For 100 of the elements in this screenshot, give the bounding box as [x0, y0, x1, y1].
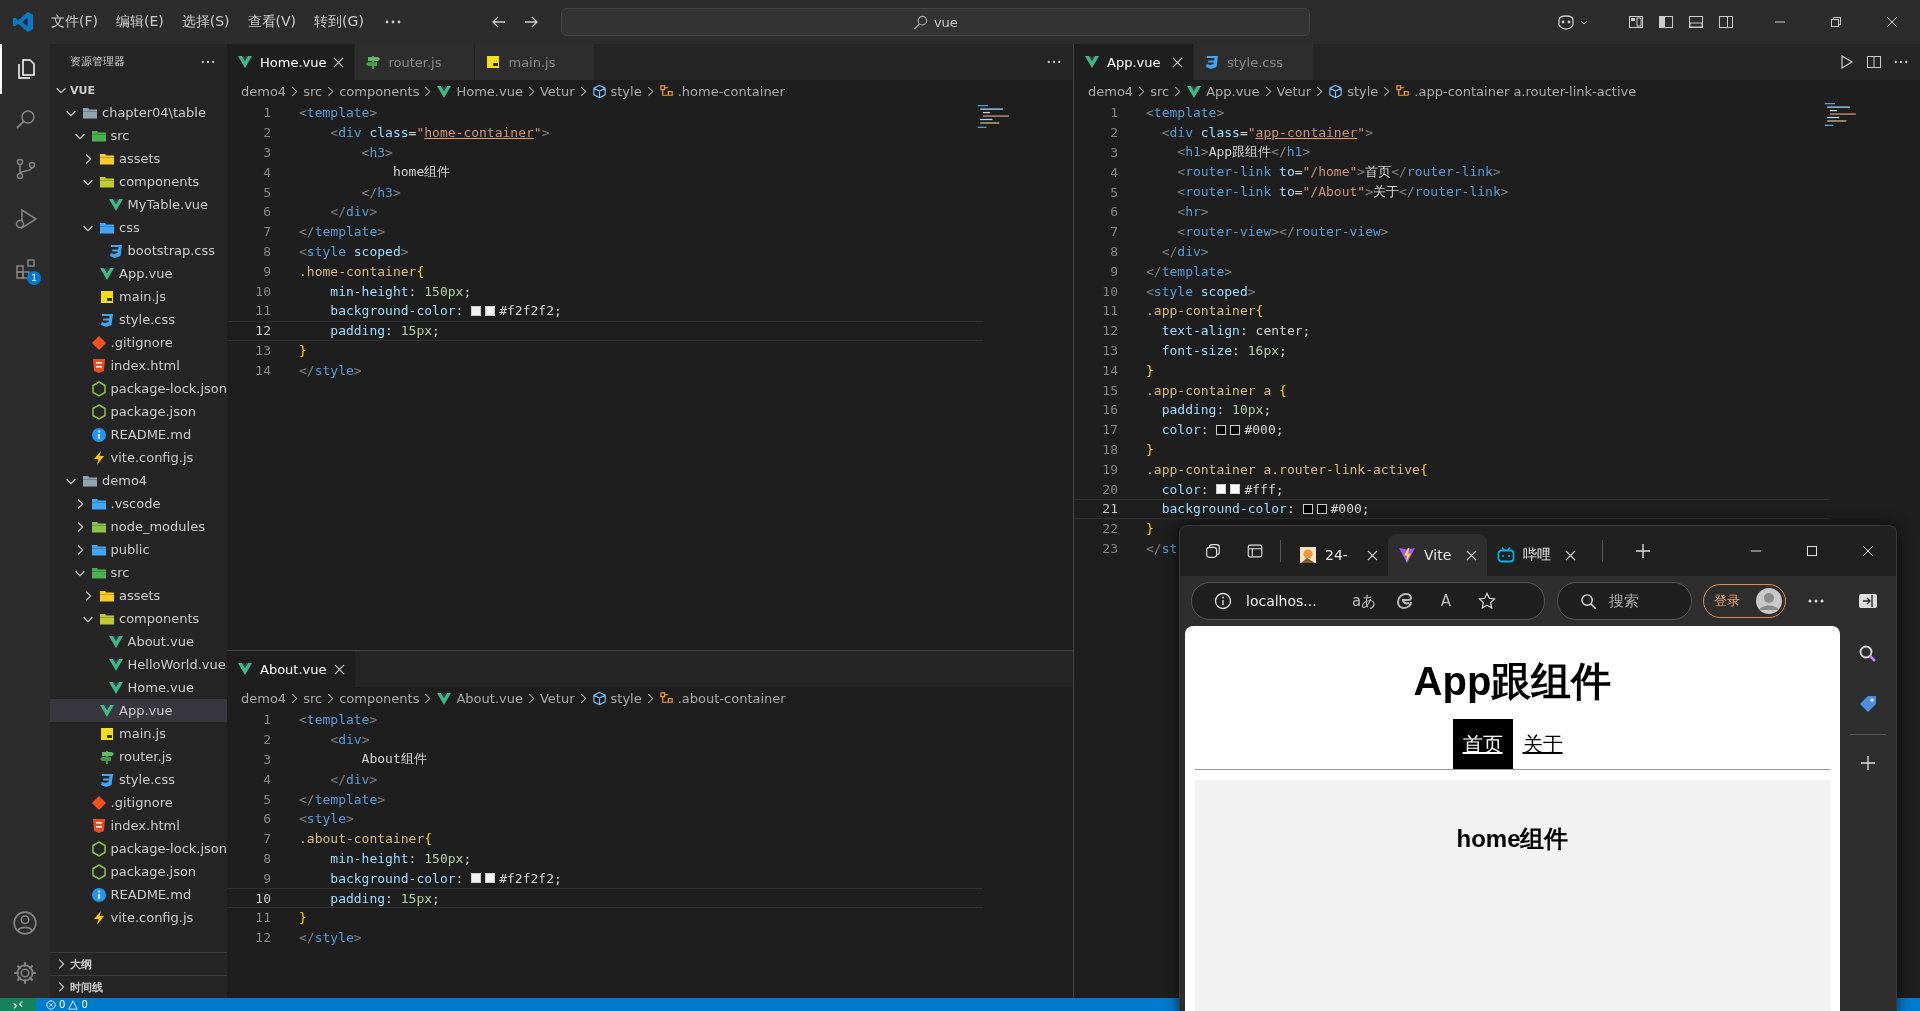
tree-item[interactable]: css: [50, 216, 227, 239]
tree-item[interactable]: demo4: [50, 469, 227, 492]
close-icon[interactable]: [333, 663, 345, 675]
close-icon[interactable]: [1565, 549, 1576, 561]
section-header[interactable]: VUE: [50, 79, 227, 101]
star-icon[interactable]: [1478, 592, 1496, 610]
breadcrumb-item[interactable]: .app-container a.router-link-active: [1395, 84, 1637, 99]
breadcrumb-item[interactable]: Home.vue: [436, 83, 523, 100]
breadcrumb-item[interactable]: demo4: [241, 691, 287, 706]
tree-item[interactable]: .gitignore: [50, 791, 227, 814]
search-field[interactable]: 搜索: [1557, 582, 1692, 620]
tree-item[interactable]: components: [50, 170, 227, 193]
command-center[interactable]: vue: [560, 8, 1310, 36]
caret-icon[interactable]: [1580, 19, 1588, 25]
tree-item[interactable]: index.html: [50, 814, 227, 837]
layout-icon[interactable]: [1628, 14, 1644, 30]
menu-item[interactable]: 文件(F): [42, 13, 107, 31]
vertical-tabs-icon[interactable]: [1246, 542, 1264, 560]
editor-tab[interactable]: About.vue: [227, 651, 356, 687]
browser-tab[interactable]: 24-: [1289, 534, 1388, 576]
menu-item[interactable]: 选择(S): [172, 13, 239, 31]
breadcrumb-item[interactable]: style: [1328, 84, 1379, 99]
close-icon[interactable]: [1886, 16, 1898, 28]
tree-item[interactable]: assets: [50, 147, 227, 170]
tree-item[interactable]: chapter04\table: [50, 101, 227, 124]
search-icon[interactable]: [1858, 644, 1878, 664]
maximize-icon[interactable]: [1806, 545, 1818, 557]
close-icon[interactable]: [1466, 549, 1477, 561]
more-icon[interactable]: [1047, 60, 1061, 64]
breadcrumb-item[interactable]: App.vue: [1186, 83, 1260, 100]
more-icon[interactable]: [1808, 599, 1824, 603]
breadcrumb-item[interactable]: Vetur: [539, 84, 575, 99]
more-icon[interactable]: [384, 20, 401, 24]
problems-button[interactable]: 0 0: [46, 998, 88, 1011]
split-editor-icon[interactable]: [1866, 54, 1882, 70]
tree-item[interactable]: router.js: [50, 745, 227, 768]
breadcrumb-item[interactable]: components: [339, 84, 420, 99]
tree-item[interactable]: HelloWorld.vue: [50, 653, 227, 676]
tree-item[interactable]: components: [50, 607, 227, 630]
breadcrumb-item[interactable]: style: [591, 691, 642, 706]
tree-item[interactable]: App.vue: [50, 699, 227, 722]
tree-item[interactable]: node_modules: [50, 515, 227, 538]
breadcrumb-item[interactable]: components: [339, 691, 420, 706]
tree-item[interactable]: .vscode: [50, 492, 227, 515]
secondary-sidebar-icon[interactable]: [1718, 14, 1734, 30]
translate-icon[interactable]: aあ: [1346, 591, 1382, 611]
run-icon[interactable]: [1838, 54, 1854, 70]
tree-item[interactable]: vite.config.js: [50, 446, 227, 469]
menu-item[interactable]: 编辑(E): [107, 13, 173, 31]
breadcrumb-item[interactable]: src: [303, 691, 323, 706]
browser-tab[interactable]: Vite: [1388, 534, 1487, 576]
tree-item[interactable]: .gitignore: [50, 331, 227, 354]
tag-icon[interactable]: [1858, 694, 1878, 714]
swirl-icon[interactable]: [1396, 592, 1414, 610]
menu-item[interactable]: 转到(G): [305, 13, 373, 31]
browser-tab[interactable]: 哔哩: [1487, 534, 1586, 576]
settings-icon[interactable]: [12, 960, 38, 986]
tree-item[interactable]: package-lock.json: [50, 377, 227, 400]
tree-item[interactable]: Home.vue: [50, 676, 227, 699]
breadcrumb-item[interactable]: .about-container: [658, 691, 786, 706]
close-icon[interactable]: [1367, 549, 1378, 561]
breadcrumb-item[interactable]: Vetur: [539, 691, 575, 706]
tree-item[interactable]: main.js: [50, 285, 227, 308]
nav-link[interactable]: 关于: [1512, 719, 1573, 769]
tree-item[interactable]: package.json: [50, 860, 227, 883]
menu-item[interactable]: 查看(V): [238, 13, 306, 31]
tree-item[interactable]: About.vue: [50, 630, 227, 653]
tree-item[interactable]: vite.config.js: [50, 906, 227, 929]
nav-link[interactable]: 首页: [1452, 719, 1513, 769]
workspaces-icon[interactable]: [1204, 542, 1222, 560]
back-arrow-icon[interactable]: [490, 14, 507, 30]
editor-tab[interactable]: main.js: [475, 44, 596, 80]
close-icon[interactable]: [1172, 56, 1183, 68]
sidebar-toggle-icon[interactable]: [1858, 592, 1878, 610]
goggles-icon[interactable]: [1556, 14, 1576, 30]
forward-arrow-icon[interactable]: [522, 14, 539, 30]
breadcrumb-item[interactable]: style: [591, 84, 642, 99]
plus-icon[interactable]: [1860, 755, 1876, 771]
tree-item[interactable]: App.vue: [50, 262, 227, 285]
more-icon[interactable]: [201, 59, 215, 64]
tree-item[interactable]: bootstrap.css: [50, 239, 227, 262]
editor-tab[interactable]: style.css: [1194, 44, 1314, 80]
tree-item[interactable]: style.css: [50, 308, 227, 331]
breadcrumb-item[interactable]: Vetur: [1276, 84, 1312, 99]
account-icon[interactable]: [12, 910, 38, 936]
tree-item[interactable]: src: [50, 124, 227, 147]
tree-item[interactable]: index.html: [50, 354, 227, 377]
restore-icon[interactable]: [1830, 16, 1842, 28]
tree-item[interactable]: package.json: [50, 400, 227, 423]
editor-tab[interactable]: router.js: [355, 44, 476, 80]
tree-item[interactable]: main.js: [50, 722, 227, 745]
tree-item[interactable]: assets: [50, 584, 227, 607]
close-icon[interactable]: [333, 56, 345, 68]
plus-icon[interactable]: [1635, 543, 1651, 559]
activity-item[interactable]: 1: [0, 244, 50, 294]
breadcrumb-item[interactable]: src: [303, 84, 323, 99]
remote-button[interactable]: [0, 998, 36, 1011]
breadcrumb-item[interactable]: src: [1150, 84, 1170, 99]
read-aloud-icon[interactable]: A: [1428, 592, 1464, 610]
tree-item[interactable]: MyTable.vue: [50, 193, 227, 216]
